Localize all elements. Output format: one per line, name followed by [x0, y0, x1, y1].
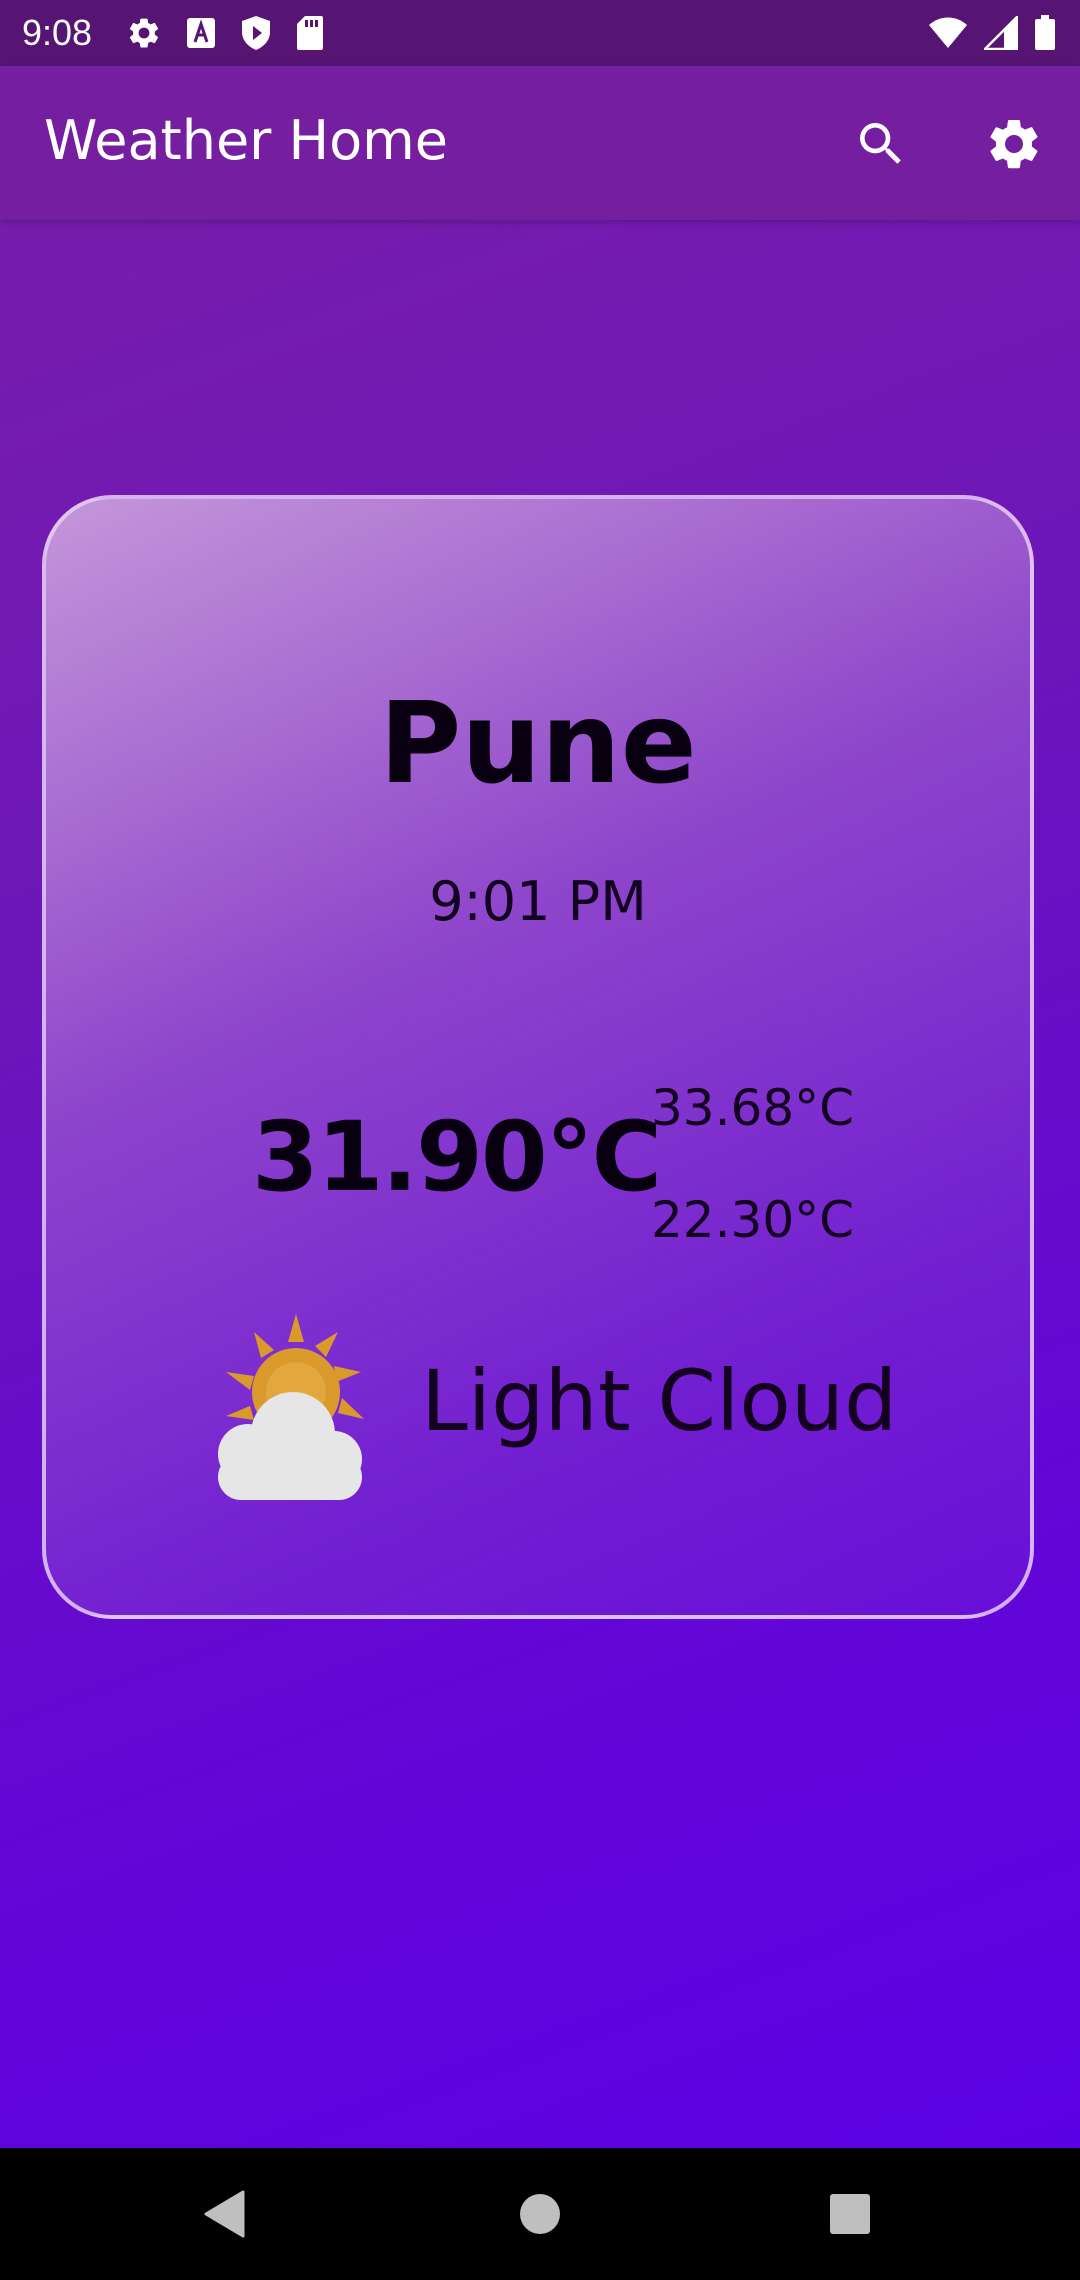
search-icon	[860, 123, 901, 164]
home-icon	[520, 2194, 560, 2234]
status-notification-icons	[126, 14, 324, 52]
status-system-icons	[928, 14, 1056, 52]
shield-play-icon	[240, 15, 272, 51]
max-temperature: 33.68°C	[651, 1079, 855, 1137]
navigation-bar	[0, 2148, 1080, 2280]
status-time: 9:08	[22, 12, 93, 53]
home-button[interactable]	[498, 2172, 582, 2256]
back-button[interactable]	[183, 2172, 267, 2256]
local-time: 9:01 PM	[429, 870, 647, 933]
condition-label: Light Cloud	[421, 1352, 898, 1450]
battery-icon	[1034, 15, 1056, 51]
partly-cloudy-icon	[186, 1314, 376, 1504]
sd-card-icon	[296, 15, 324, 51]
recents-button[interactable]	[808, 2172, 892, 2256]
status-bar: 9:08	[0, 0, 1080, 66]
city-name: Pune	[379, 679, 697, 809]
cell-signal-icon	[984, 16, 1018, 50]
app-bar: Weather Home	[0, 66, 1080, 220]
back-icon	[204, 2190, 245, 2238]
weather-card: Pune 9:01 PM 31.90°C 33.68°C 22.30°C Lig…	[42, 495, 1034, 1619]
settings-button[interactable]	[979, 109, 1049, 179]
settings-gear-icon	[126, 15, 162, 51]
current-temperature: 31.90°C	[252, 1101, 662, 1213]
app-title: Weather Home	[44, 109, 448, 172]
search-button[interactable]	[846, 109, 916, 179]
font-a-icon	[186, 17, 216, 49]
wifi-icon	[928, 17, 968, 49]
settings-icon	[990, 119, 1038, 169]
min-temperature: 22.30°C	[651, 1191, 855, 1249]
recents-icon	[830, 2194, 870, 2234]
